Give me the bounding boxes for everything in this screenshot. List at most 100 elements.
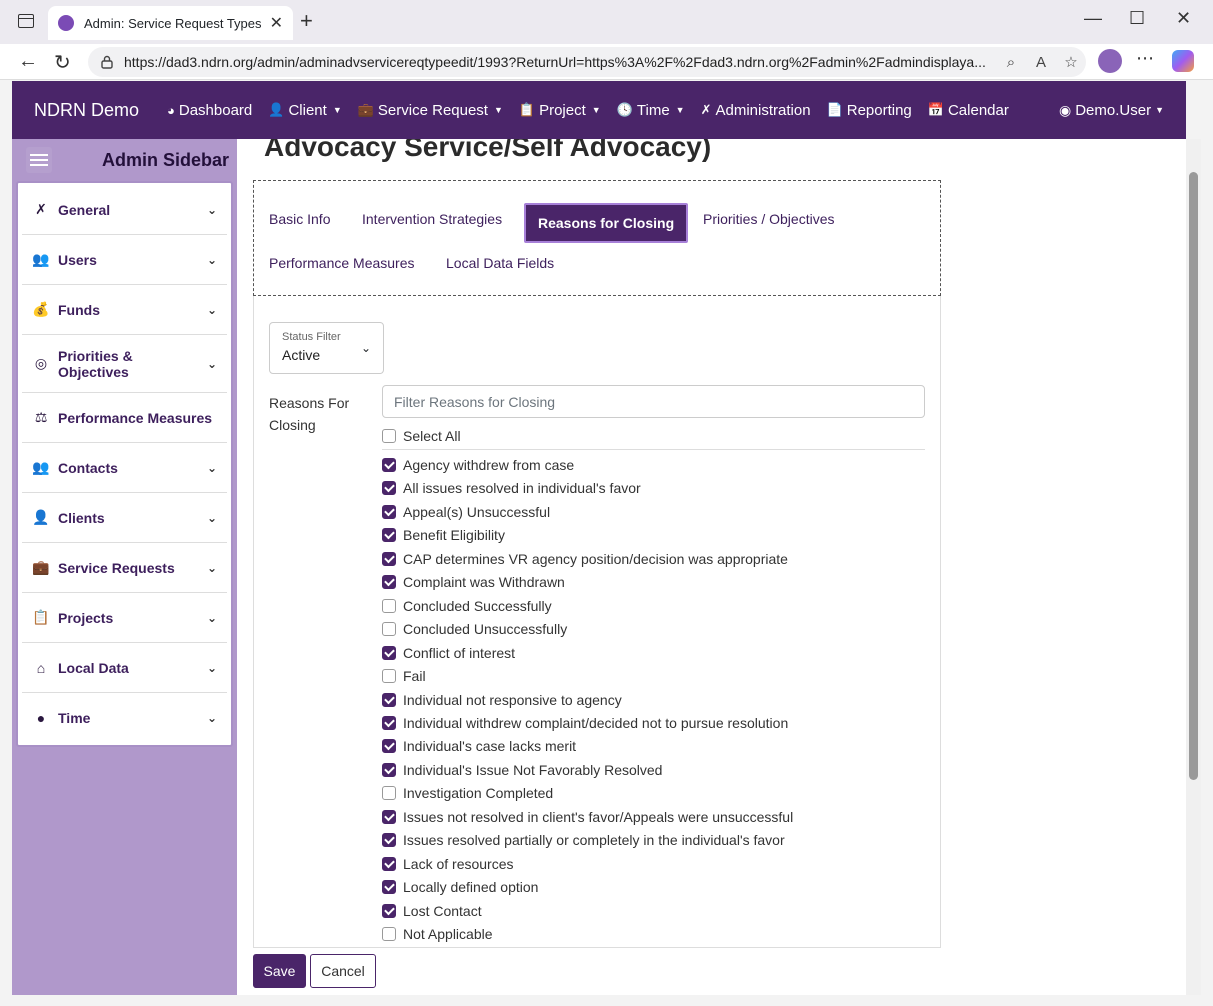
sidebar-item-time[interactable]: ● Time ⌄ [22, 693, 227, 743]
reason-checkbox-row[interactable]: Concluded Unsuccessfully [382, 619, 567, 639]
refresh-icon[interactable]: ↻ [54, 50, 71, 75]
reasons-for-closing-label: Reasons For Closing [269, 395, 350, 433]
checkbox-unchecked[interactable] [382, 669, 396, 683]
reason-checkbox-row[interactable]: Investigation Completed [382, 783, 553, 803]
scrollbar-thumb[interactable] [1189, 172, 1198, 780]
minimize-icon[interactable]: — [1084, 8, 1102, 29]
profile-avatar[interactable] [1098, 49, 1122, 73]
reason-checkbox-row[interactable]: Benefit Eligibility [382, 525, 505, 545]
sidebar-item-users[interactable]: 👥 Users ⌄ [22, 235, 227, 285]
reason-checkbox-row[interactable]: Not Applicable [382, 924, 493, 944]
nav-administration[interactable]: ✗ Administration [701, 102, 811, 119]
reason-checkbox-row[interactable]: Appeal(s) Unsuccessful [382, 502, 550, 522]
reason-label: Complaint was Withdrawn [403, 574, 565, 590]
nav-dashboard[interactable]: ◕ Dashboard [167, 102, 252, 119]
select-all-checkbox[interactable]: Select All [382, 426, 461, 446]
browser-tab[interactable]: Admin: Service Request Types ✕ [48, 6, 293, 40]
reason-checkbox-row[interactable]: Lack of resources [382, 854, 514, 874]
tab-priorities-objectives[interactable]: Priorities / Objectives [703, 211, 834, 227]
checkbox-unchecked[interactable] [382, 927, 396, 941]
status-filter-select[interactable]: Status Filter Active ⌄ [269, 322, 384, 374]
reason-checkbox-row[interactable]: Issues not resolved in client's favor/Ap… [382, 807, 793, 827]
sidebar-item-priorities[interactable]: ◎ Priorities & Objectives ⌄ [22, 335, 227, 393]
reason-checkbox-row[interactable]: Conflict of interest [382, 643, 515, 663]
page-scrollbar[interactable] [1186, 139, 1201, 995]
sidebar-item-performance-measures[interactable]: ⚖ Performance Measures [22, 393, 227, 443]
nav-client[interactable]: 👤 Client ▼ [268, 102, 341, 119]
checkbox-checked[interactable] [382, 458, 396, 472]
sidebar-item-contacts[interactable]: 👥 Contacts ⌄ [22, 443, 227, 493]
checkbox[interactable] [382, 429, 396, 443]
reason-checkbox-row[interactable]: All issues resolved in individual's favo… [382, 478, 641, 498]
new-tab-icon[interactable]: + [300, 8, 313, 34]
brand-link[interactable]: NDRN Demo [34, 100, 139, 121]
zoom-icon[interactable]: ⌕ [996, 54, 1026, 71]
checkbox-checked[interactable] [382, 646, 396, 660]
tab-close-icon[interactable]: ✕ [270, 13, 283, 33]
url-field[interactable]: https://dad3.ndrn.org/admin/adminadvserv… [88, 47, 1086, 77]
sidebar-item-label: General [58, 201, 111, 218]
nav-time[interactable]: 🕓 Time ▼ [617, 102, 685, 119]
sidebar-item-funds[interactable]: 💰 Funds ⌄ [22, 285, 227, 335]
maximize-icon[interactable]: ☐ [1129, 8, 1145, 29]
tab-intervention-strategies[interactable]: Intervention Strategies [362, 211, 502, 227]
back-icon[interactable]: ← [18, 50, 38, 73]
sidebar-item-clients[interactable]: 👤 Clients ⌄ [22, 493, 227, 543]
nav-service-request[interactable]: 💼 Service Request ▼ [358, 102, 503, 119]
user-menu[interactable]: ◉ Demo.User ▼ [1059, 102, 1164, 119]
reason-checkbox-row[interactable]: Fail [382, 666, 426, 686]
checkbox-checked[interactable] [382, 880, 396, 894]
sidebar-item-local-data[interactable]: ⌂ Local Data ⌄ [22, 643, 227, 693]
reason-checkbox-row[interactable]: Individual withdrew complaint/decided no… [382, 713, 788, 733]
tab-local-data-fields[interactable]: Local Data Fields [446, 255, 554, 271]
sidebar-item-label: Local Data [58, 659, 129, 676]
reason-checkbox-row[interactable]: Individual's case lacks merit [382, 736, 576, 756]
sidebar-item-general[interactable]: ✗ General ⌄ [22, 185, 227, 235]
save-button[interactable]: Save [253, 954, 306, 988]
checkbox-checked[interactable] [382, 693, 396, 707]
checkbox-checked[interactable] [382, 810, 396, 824]
reason-checkbox-row[interactable]: Concluded Successfully [382, 596, 552, 616]
sidebar-item-label: Funds [58, 301, 100, 318]
read-aloud-icon[interactable]: A [1026, 54, 1056, 71]
tab-basic-info[interactable]: Basic Info [269, 211, 330, 227]
hamburger-menu-icon[interactable] [26, 147, 52, 173]
checkbox-checked[interactable] [382, 857, 396, 871]
checkbox-checked[interactable] [382, 904, 396, 918]
checkbox-checked[interactable] [382, 716, 396, 730]
reason-checkbox-row[interactable]: Individual's Issue Not Favorably Resolve… [382, 760, 662, 780]
nav-reporting[interactable]: 📄 Reporting [827, 102, 912, 119]
nav-project[interactable]: 📋 Project ▼ [519, 102, 601, 119]
checkbox-checked[interactable] [382, 739, 396, 753]
checkbox-checked[interactable] [382, 481, 396, 495]
checkbox-checked[interactable] [382, 505, 396, 519]
copilot-icon[interactable] [1172, 50, 1194, 72]
chevron-down-icon: ⌄ [206, 560, 217, 575]
reason-checkbox-row[interactable]: Locally defined option [382, 877, 538, 897]
checkbox-unchecked[interactable] [382, 622, 396, 636]
reason-checkbox-row[interactable]: CAP determines VR agency position/decisi… [382, 549, 788, 569]
filter-reasons-input[interactable] [382, 385, 925, 418]
sidebar-item-service-requests[interactable]: 💼 Service Requests ⌄ [22, 543, 227, 593]
close-window-icon[interactable]: ✕ [1176, 8, 1191, 29]
tab-reasons-for-closing[interactable]: Reasons for Closing [524, 203, 689, 243]
reason-checkbox-row[interactable]: Complaint was Withdrawn [382, 572, 565, 592]
tab-performance-measures[interactable]: Performance Measures [269, 255, 415, 271]
tab-actions-icon[interactable] [18, 14, 34, 28]
checkbox-unchecked[interactable] [382, 599, 396, 613]
reason-checkbox-row[interactable]: Individual not responsive to agency [382, 690, 622, 710]
reason-checkbox-row[interactable]: Issues resolved partially or completely … [382, 830, 785, 850]
checkbox-checked[interactable] [382, 528, 396, 542]
checkbox-checked[interactable] [382, 833, 396, 847]
reason-checkbox-row[interactable]: Lost Contact [382, 901, 482, 921]
nav-calendar[interactable]: 📅 Calendar [928, 102, 1009, 119]
more-options-icon[interactable]: ⋯ [1136, 48, 1154, 69]
checkbox-checked[interactable] [382, 763, 396, 777]
cancel-button[interactable]: Cancel [310, 954, 376, 988]
checkbox-checked[interactable] [382, 552, 396, 566]
reason-checkbox-row[interactable]: Agency withdrew from case [382, 455, 574, 475]
checkbox-unchecked[interactable] [382, 786, 396, 800]
checkbox-checked[interactable] [382, 575, 396, 589]
sidebar-item-projects[interactable]: 📋 Projects ⌄ [22, 593, 227, 643]
favorite-star-icon[interactable]: ☆ [1056, 53, 1086, 71]
